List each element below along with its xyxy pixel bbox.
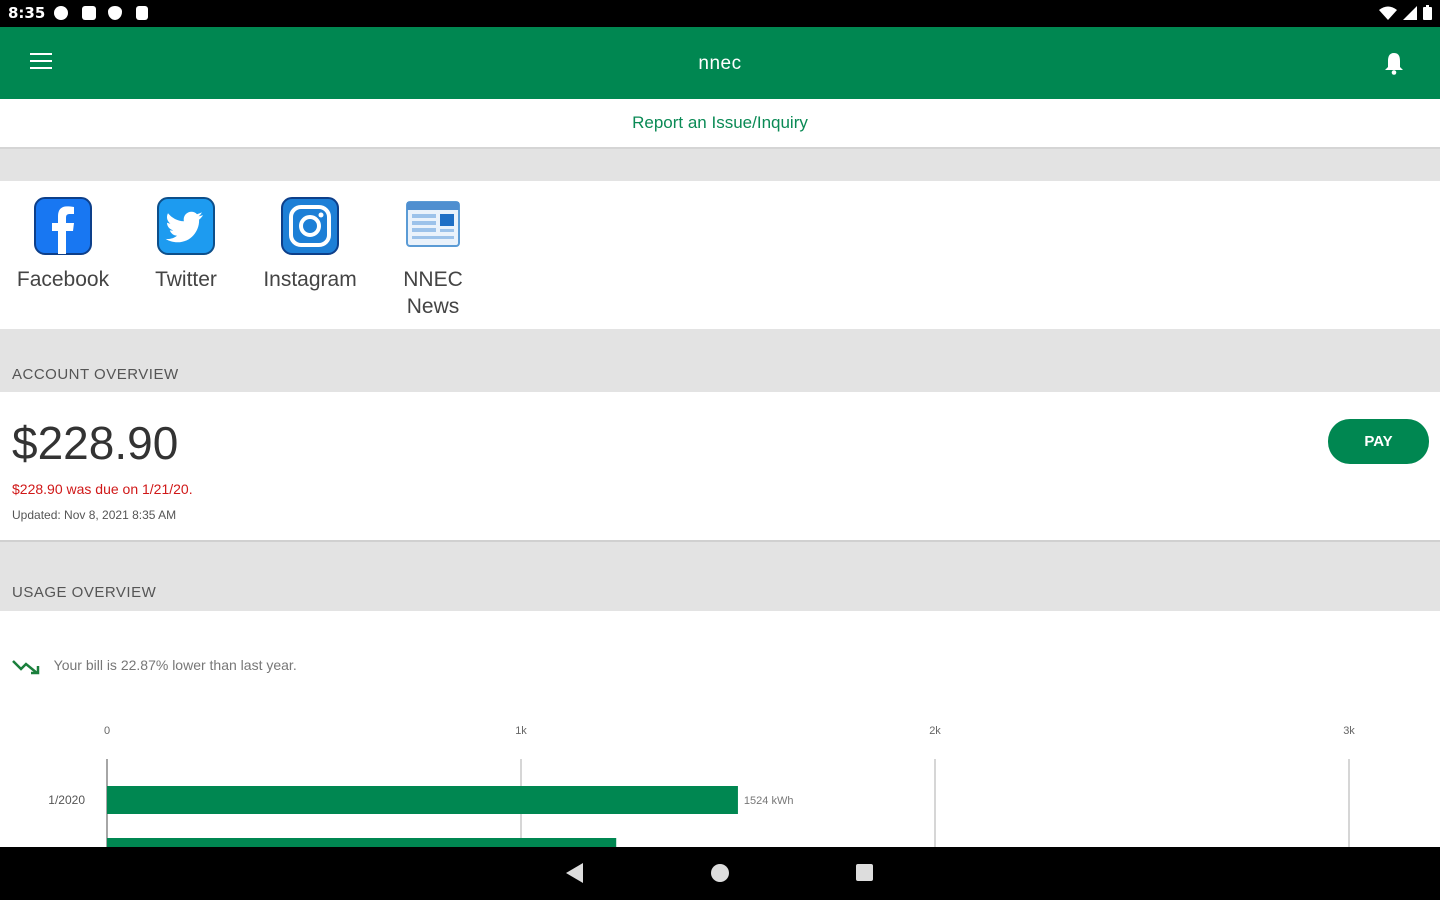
report-issue-row: Report an Issue/Inquiry <box>0 99 1440 149</box>
updated-timestamp: Updated: Nov 8, 2021 8:35 AM <box>12 508 177 522</box>
settings-status-icon <box>54 6 68 20</box>
usage-overview-title: USAGE OVERVIEW <box>12 584 157 601</box>
separator-band <box>0 149 1440 181</box>
usage-area: Your bill is 22.87% lower than last year… <box>0 611 1440 847</box>
x-tick-label: 2k <box>929 725 941 737</box>
x-tick-label: 0 <box>104 725 110 737</box>
account-header-band: ACCOUNT OVERVIEW <box>0 329 1440 392</box>
app-bar: nnec <box>0 27 1440 99</box>
nnec-news-label-line2: News <box>406 295 460 318</box>
balance-amount: $228.90 <box>12 417 179 469</box>
status-time: 8:35 <box>8 4 46 22</box>
nnec-news-label-line1: NNEC <box>403 268 463 291</box>
status-right-icons <box>1379 5 1432 20</box>
social-links-row: Facebook Twitter Instagram NNEC News <box>0 181 1440 329</box>
signal-icon <box>1403 5 1417 20</box>
account-overview-title: ACCOUNT OVERVIEW <box>12 366 179 383</box>
back-icon[interactable] <box>566 863 583 883</box>
bar-data-label: 1524 kWh <box>744 795 794 807</box>
system-nav-bar <box>0 847 1440 900</box>
usage-chart: 0 1k 2k 3k 1/2020 1524 kWh <box>48 725 1355 847</box>
battery-icon <box>1423 5 1432 20</box>
status-bar: 8:35 <box>0 0 1440 27</box>
facebook-icon <box>34 197 92 255</box>
usage-trend: Your bill is 22.87% lower than last year… <box>12 657 297 675</box>
account-card: $228.90 $228.90 was due on 1/21/20. Upda… <box>0 392 1440 542</box>
instagram-label: Instagram <box>263 268 357 291</box>
twitter-link[interactable]: Twitter <box>126 197 246 293</box>
usage-header-band: USAGE OVERVIEW <box>0 542 1440 611</box>
facebook-link[interactable]: Facebook <box>3 197 123 293</box>
facebook-label: Facebook <box>16 268 110 291</box>
recents-icon[interactable] <box>856 864 873 881</box>
trend-text: Your bill is 22.87% lower than last year… <box>53 657 297 673</box>
usage-bar <box>107 786 738 814</box>
instagram-link[interactable]: Instagram <box>250 197 370 293</box>
trending-down-icon <box>12 660 40 675</box>
category-label: 1/2020 <box>48 793 85 807</box>
newspaper-icon <box>406 201 460 247</box>
wifi-icon <box>1379 6 1397 20</box>
x-tick-label: 1k <box>515 725 527 737</box>
sd-card-status-icon <box>136 6 148 20</box>
home-icon[interactable] <box>711 864 729 882</box>
due-notice: $228.90 was due on 1/21/20. <box>12 481 193 497</box>
x-tick-label: 3k <box>1343 725 1355 737</box>
pay-button[interactable]: PAY <box>1328 419 1429 464</box>
instagram-icon <box>281 197 339 255</box>
notification-status-icon <box>82 6 96 20</box>
twitter-label: Twitter <box>155 268 217 291</box>
shield-status-icon <box>108 6 122 20</box>
usage-bar <box>107 838 617 847</box>
twitter-icon <box>157 197 215 255</box>
nnec-news-link[interactable]: NNEC News <box>373 197 493 320</box>
bell-icon[interactable] <box>1384 51 1404 75</box>
report-issue-link[interactable]: Report an Issue/Inquiry <box>632 113 808 133</box>
app-title: nnec <box>698 53 742 74</box>
